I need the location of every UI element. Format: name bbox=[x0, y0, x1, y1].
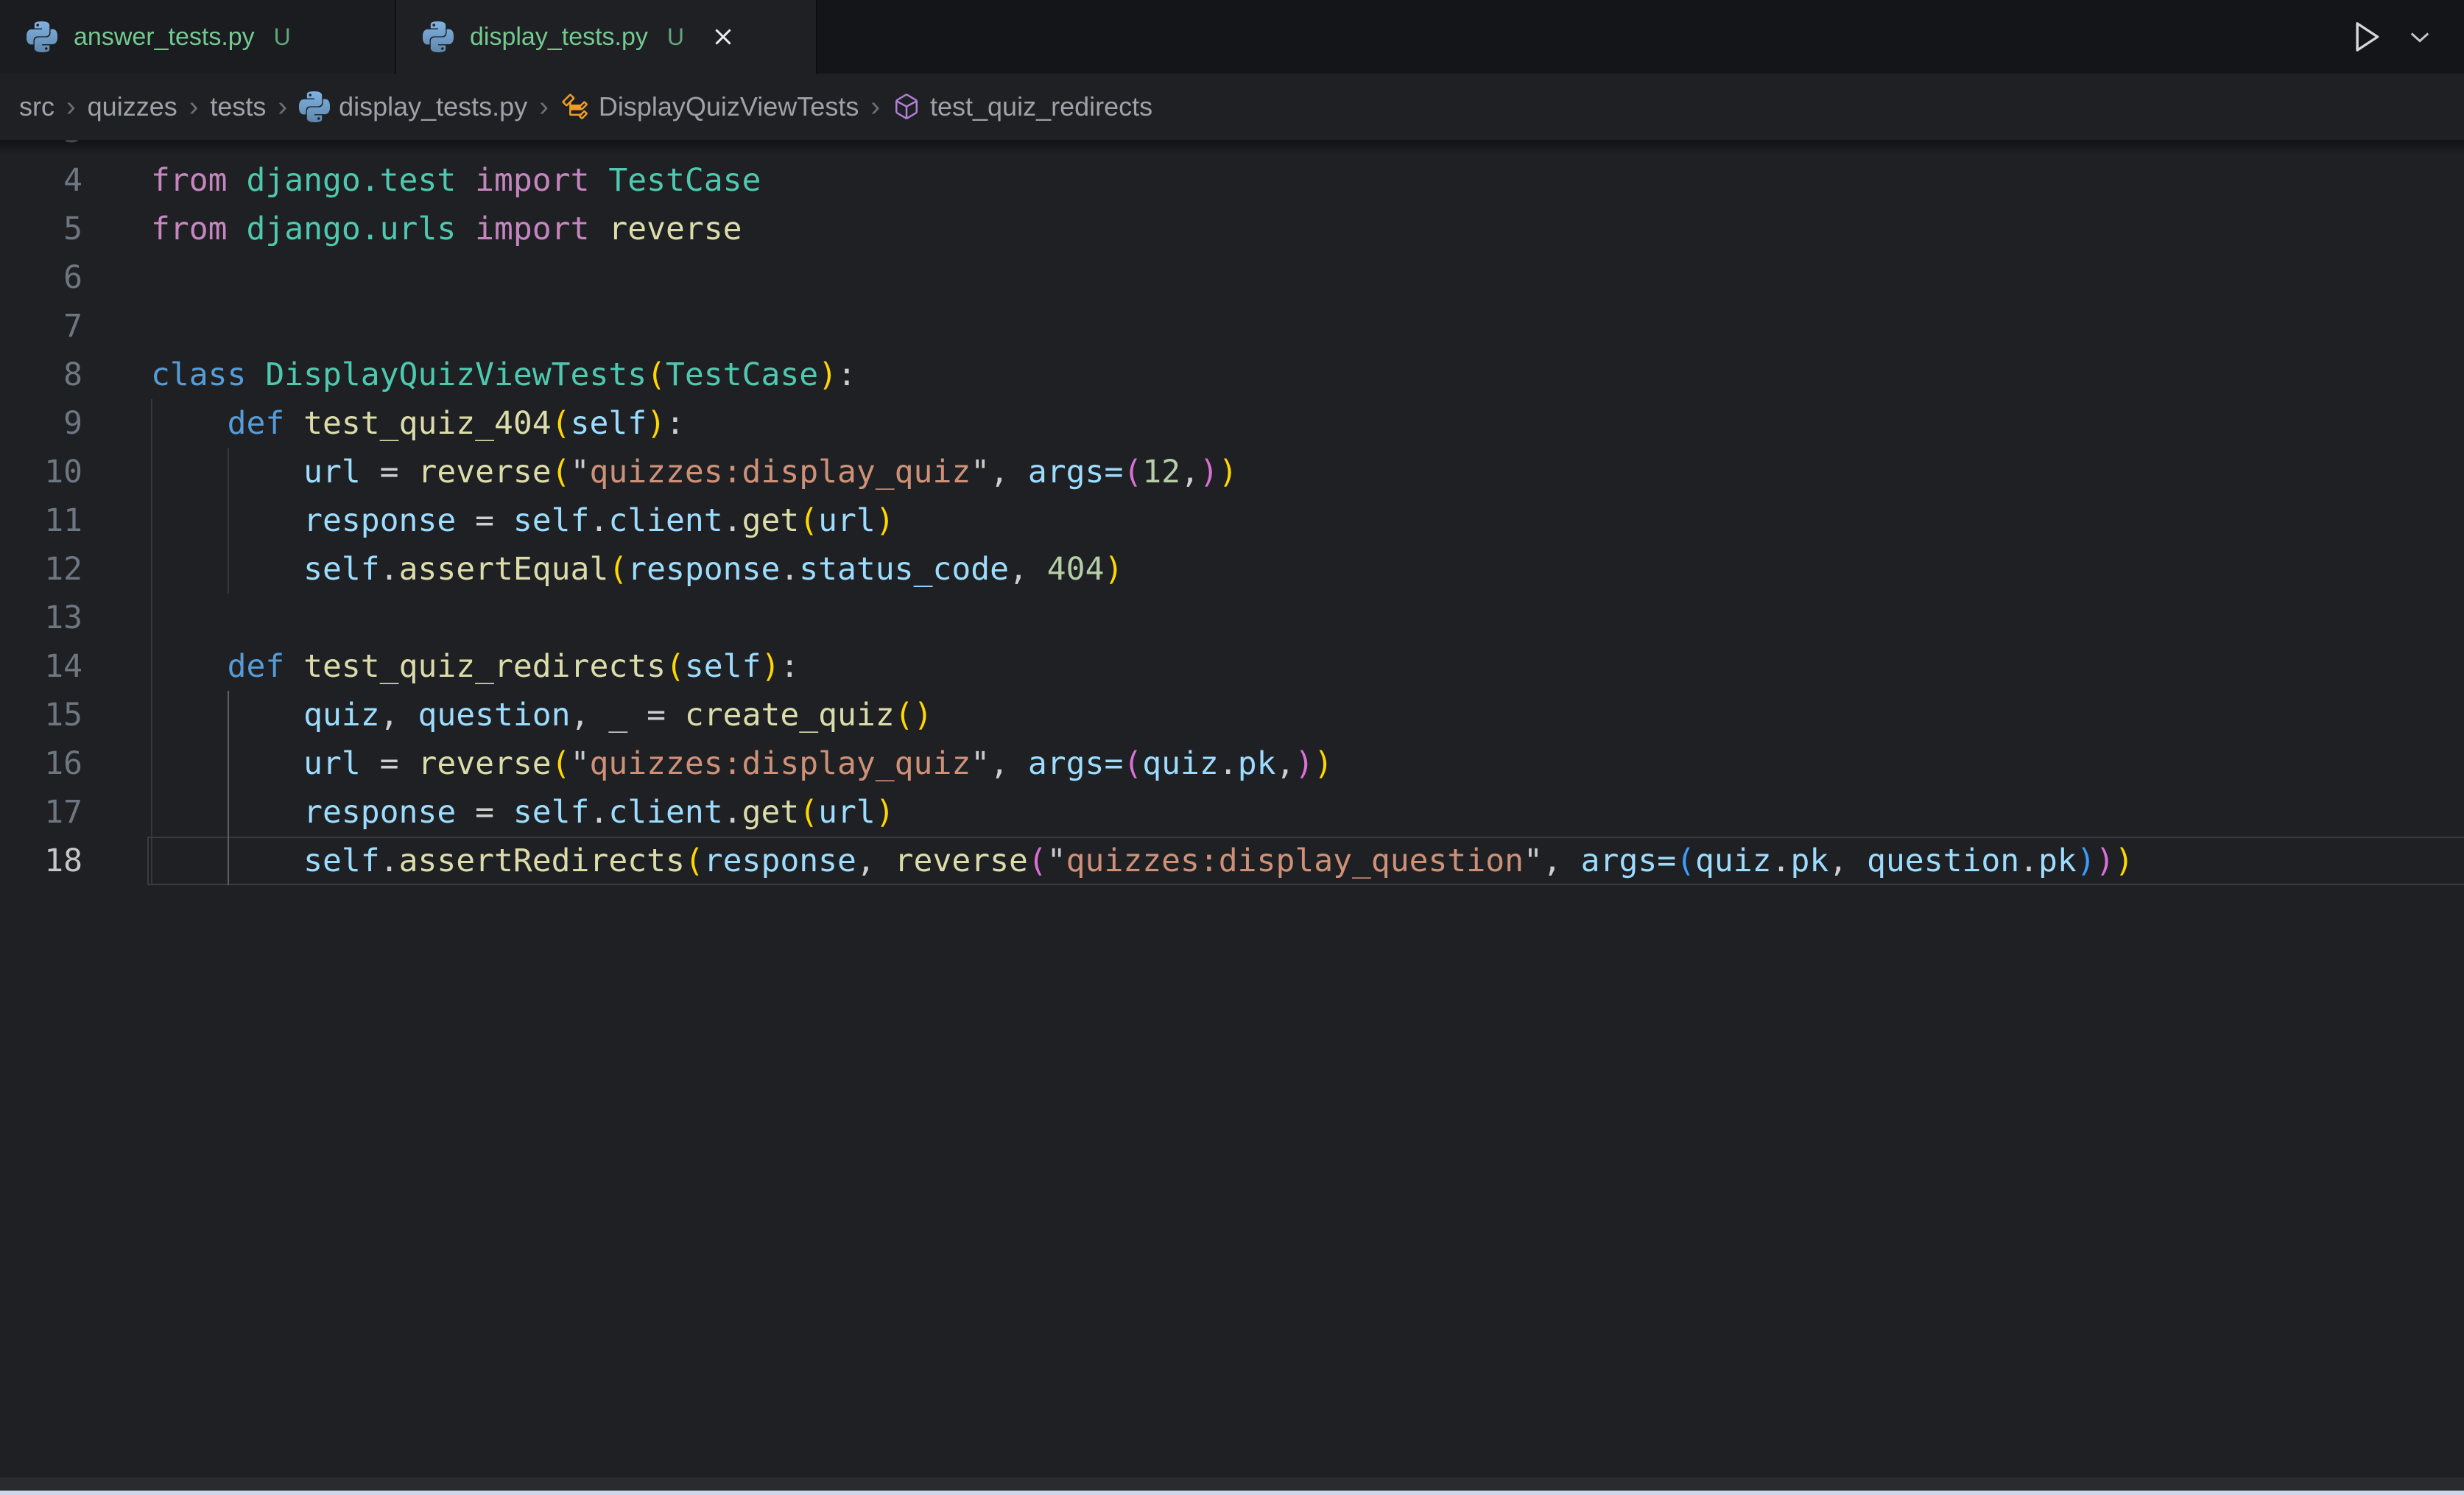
code-text: from django.test import TestCase bbox=[82, 156, 761, 205]
code-lines-container: 34from django.test import TestCase5from … bbox=[0, 140, 2464, 885]
code-text bbox=[82, 302, 151, 351]
breadcrumb-label: test_quiz_redirects bbox=[930, 91, 1152, 122]
breadcrumb-item-displayquizviewtests[interactable]: DisplayQuizViewTests bbox=[560, 91, 859, 122]
line-number: 17 bbox=[0, 788, 82, 837]
breadcrumb-separator: › bbox=[66, 91, 76, 123]
line-number: 18 bbox=[0, 837, 82, 885]
breadcrumb-item-display-tests-py[interactable]: display_tests.py bbox=[299, 91, 527, 122]
code-text bbox=[82, 140, 151, 156]
breadcrumb-separator: › bbox=[189, 91, 199, 123]
breadcrumb-label: src bbox=[19, 91, 54, 122]
code-line-15[interactable]: 15 quiz, question, _ = create_quiz() bbox=[0, 691, 2464, 739]
python-icon bbox=[27, 21, 57, 52]
code-text: url = reverse("quizzes:display_quiz", ar… bbox=[82, 448, 1238, 496]
line-number: 13 bbox=[0, 594, 82, 642]
breadcrumb-item-tests[interactable]: tests bbox=[210, 91, 266, 122]
code-text bbox=[82, 594, 151, 642]
line-number: 4 bbox=[0, 156, 82, 205]
code-line-3[interactable]: 3 bbox=[0, 140, 2464, 156]
breadcrumb-label: DisplayQuizViewTests bbox=[599, 91, 859, 122]
breadcrumb-item-test-quiz-redirects[interactable]: test_quiz_redirects bbox=[892, 91, 1152, 122]
breadcrumb-label: display_tests.py bbox=[339, 91, 527, 122]
vscode-editor-window: { "tabs": [ {"label":"answer_tests.py","… bbox=[0, 0, 2464, 1495]
code-line-17[interactable]: 17 response = self.client.get(url) bbox=[0, 788, 2464, 837]
line-number: 14 bbox=[0, 642, 82, 691]
code-line-11[interactable]: 11 response = self.client.get(url) bbox=[0, 496, 2464, 545]
code-text: class DisplayQuizViewTests(TestCase): bbox=[82, 351, 856, 399]
line-number: 3 bbox=[0, 140, 82, 156]
code-text bbox=[82, 253, 151, 302]
breadcrumb-item-src[interactable]: src bbox=[19, 91, 54, 122]
editor-actions bbox=[2348, 0, 2464, 74]
line-number: 8 bbox=[0, 351, 82, 399]
code-editor[interactable]: 34from django.test import TestCase5from … bbox=[0, 140, 2464, 1495]
code-line-7[interactable]: 7 bbox=[0, 302, 2464, 351]
breadcrumb-item-quizzes[interactable]: quizzes bbox=[88, 91, 177, 122]
python-icon bbox=[299, 91, 330, 122]
tab-label: answer_tests.py bbox=[74, 23, 255, 52]
line-number: 15 bbox=[0, 691, 82, 739]
method-icon bbox=[892, 92, 921, 122]
breadcrumb-separator: › bbox=[870, 91, 880, 123]
code-line-6[interactable]: 6 bbox=[0, 253, 2464, 302]
breadcrumb-label: tests bbox=[210, 91, 266, 122]
breadcrumb-label: quizzes bbox=[88, 91, 177, 122]
line-number: 12 bbox=[0, 545, 82, 594]
close-icon[interactable] bbox=[711, 24, 736, 49]
window-bottom-edge bbox=[0, 1491, 2464, 1495]
tab-label: display_tests.py bbox=[470, 23, 648, 52]
git-untracked-badge: U bbox=[667, 24, 684, 51]
breadcrumb-separator: › bbox=[278, 91, 287, 123]
run-python-file-button[interactable] bbox=[2348, 18, 2384, 55]
code-line-8[interactable]: 8class DisplayQuizViewTests(TestCase): bbox=[0, 351, 2464, 399]
code-text: url = reverse("quizzes:display_quiz", ar… bbox=[82, 739, 1333, 788]
python-icon bbox=[27, 21, 57, 52]
python-icon bbox=[423, 21, 454, 52]
python-icon bbox=[423, 21, 454, 52]
code-text: def test_quiz_redirects(self): bbox=[82, 642, 799, 691]
code-line-14[interactable]: 14 def test_quiz_redirects(self): bbox=[0, 642, 2464, 691]
code-text: response = self.client.get(url) bbox=[82, 496, 895, 545]
code-line-12[interactable]: 12 self.assertEqual(response.status_code… bbox=[0, 545, 2464, 594]
horizontal-scrollbar[interactable] bbox=[0, 1477, 2464, 1491]
line-number: 7 bbox=[0, 302, 82, 351]
code-line-4[interactable]: 4from django.test import TestCase bbox=[0, 156, 2464, 205]
tab-display-tests[interactable]: display_tests.py U bbox=[396, 0, 817, 74]
chevron-down-icon[interactable] bbox=[2407, 24, 2433, 50]
line-number: 11 bbox=[0, 496, 82, 545]
code-text: self.assertRedirects(response, reverse("… bbox=[82, 837, 2133, 885]
code-line-16[interactable]: 16 url = reverse("quizzes:display_quiz",… bbox=[0, 739, 2464, 788]
git-untracked-badge: U bbox=[274, 24, 291, 51]
code-text: self.assertEqual(response.status_code, 4… bbox=[82, 545, 1123, 594]
code-text: def test_quiz_404(self): bbox=[82, 399, 685, 448]
code-text: quiz, question, _ = create_quiz() bbox=[82, 691, 932, 739]
code-text: from django.urls import reverse bbox=[82, 205, 742, 253]
code-text: response = self.client.get(url) bbox=[82, 788, 895, 837]
breadcrumb-separator: › bbox=[539, 91, 549, 123]
tab-answer-tests[interactable]: answer_tests.py U bbox=[0, 0, 396, 74]
line-number: 6 bbox=[0, 253, 82, 302]
line-number: 5 bbox=[0, 205, 82, 253]
code-line-18[interactable]: 18 self.assertRedirects(response, revers… bbox=[0, 837, 2464, 885]
class-icon bbox=[560, 92, 590, 122]
code-line-5[interactable]: 5from django.urls import reverse bbox=[0, 205, 2464, 253]
code-line-13[interactable]: 13 bbox=[0, 594, 2464, 642]
breadcrumb: src › quizzes › tests › display_tests.py › Dis… bbox=[0, 74, 2464, 140]
code-line-10[interactable]: 10 url = reverse("quizzes:display_quiz",… bbox=[0, 448, 2464, 496]
line-number: 9 bbox=[0, 399, 82, 448]
code-line-9[interactable]: 9 def test_quiz_404(self): bbox=[0, 399, 2464, 448]
line-number: 10 bbox=[0, 448, 82, 496]
tab-bar: answer_tests.py U display_tests.py U bbox=[0, 0, 2464, 74]
line-number: 16 bbox=[0, 739, 82, 788]
